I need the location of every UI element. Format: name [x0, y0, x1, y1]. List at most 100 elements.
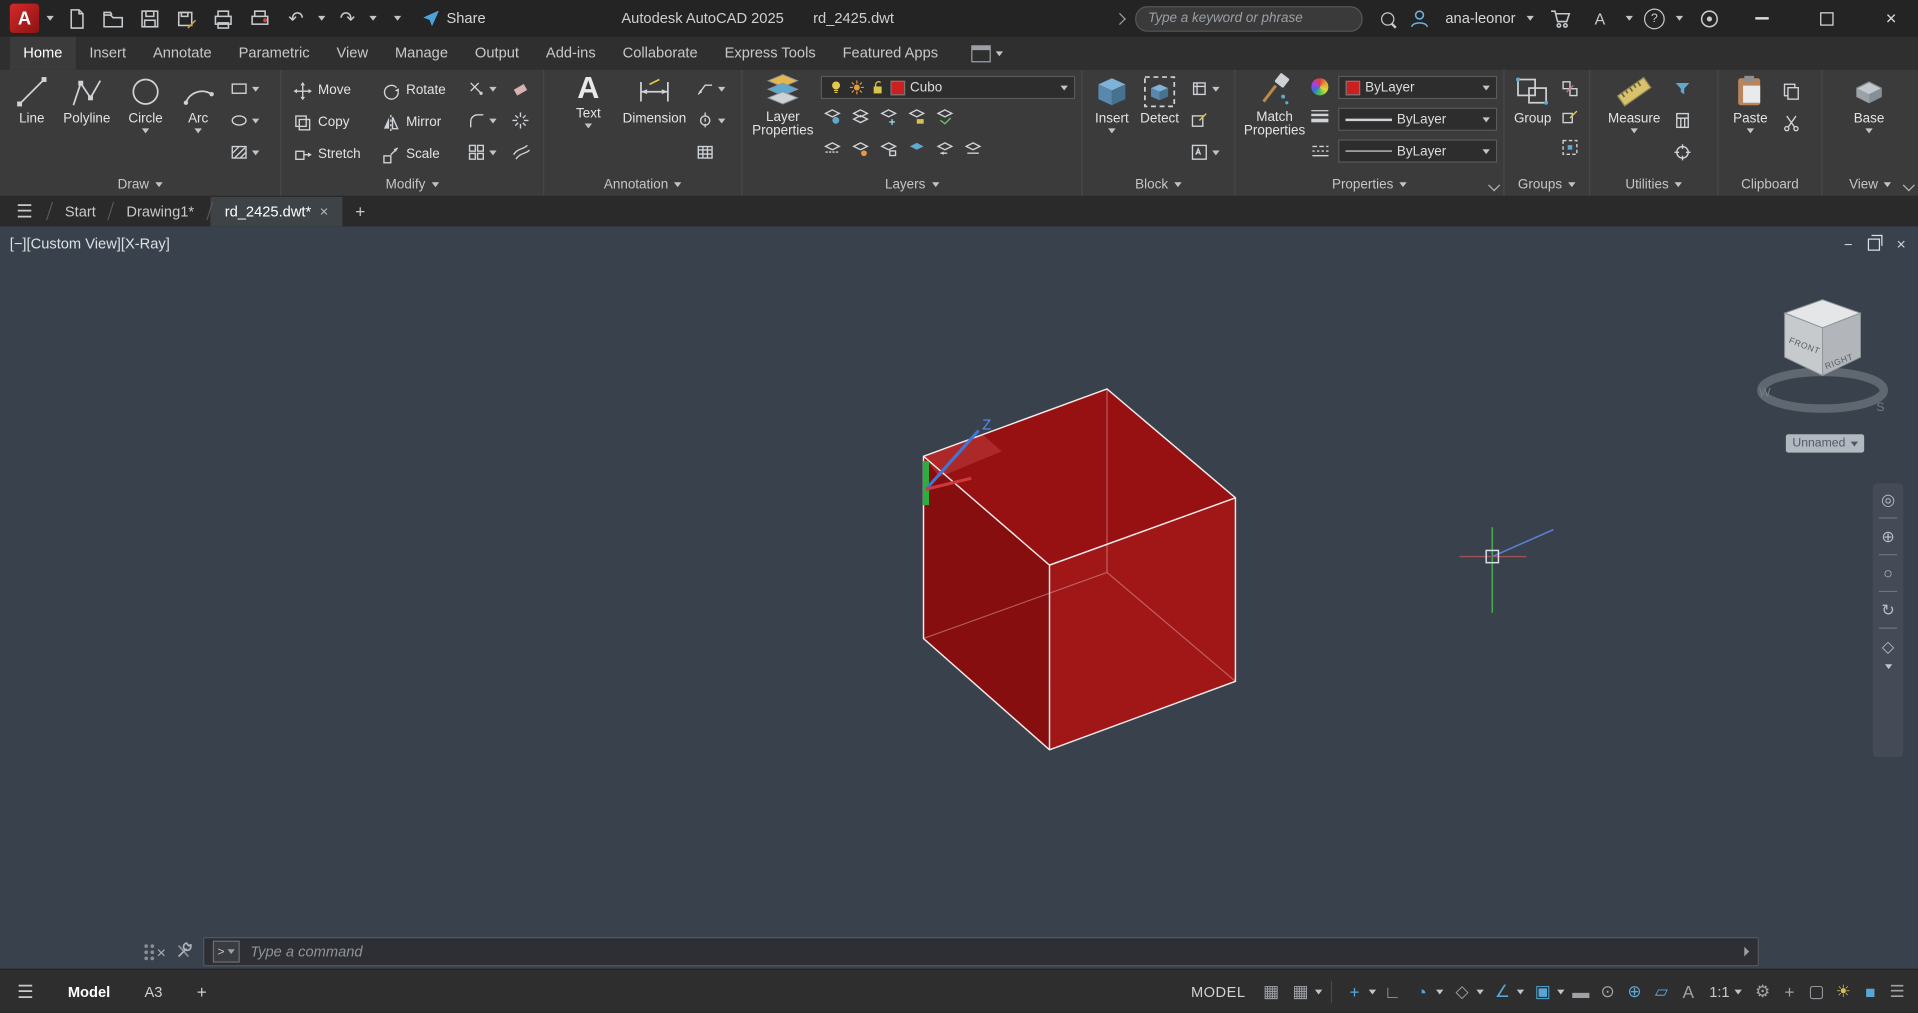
ungroup-button[interactable]	[1561, 80, 1579, 98]
tab-add-ins[interactable]: Add-ins	[532, 37, 609, 70]
hatch-tool-button[interactable]	[230, 143, 259, 161]
a3-layout-tab[interactable]: A3	[130, 973, 177, 1010]
centerline-button[interactable]	[696, 111, 725, 129]
viewcube-unnamed-button[interactable]: Unnamed	[1786, 434, 1864, 452]
mirror-button[interactable]: Mirror	[382, 109, 442, 136]
redo-button[interactable]: ↷	[333, 4, 362, 33]
trim-button[interactable]	[467, 80, 496, 98]
viewport-minimize-icon[interactable]: −	[1844, 235, 1853, 252]
layout-menu-icon[interactable]: ☰	[17, 980, 48, 1002]
layer-lock-button[interactable]	[908, 108, 926, 126]
osnap-caret-icon[interactable]	[1558, 989, 1565, 994]
open-file-button[interactable]	[98, 4, 127, 33]
edit-block-button[interactable]	[1190, 111, 1208, 129]
command-customize-wrench-icon[interactable]	[174, 940, 194, 963]
utilities-panel-label[interactable]: Utilities	[1590, 175, 1717, 195]
viewcube-south-label[interactable]: S	[1876, 400, 1884, 414]
circle-caret-icon[interactable]	[142, 128, 149, 133]
command-input[interactable]	[248, 942, 1736, 962]
minimize-button[interactable]	[1734, 0, 1788, 37]
undo-caret-icon[interactable]	[318, 16, 325, 21]
scale-caret-icon[interactable]	[1734, 989, 1741, 994]
measure-button[interactable]: Measure	[1607, 73, 1661, 133]
autodesk-account-icon[interactable]: A	[1585, 4, 1614, 33]
explode-button[interactable]	[511, 111, 529, 129]
layer-isolate-button[interactable]	[851, 108, 869, 126]
plot-button[interactable]	[208, 4, 237, 33]
layer-properties-button[interactable]: Layer Properties	[747, 72, 818, 138]
customization-menu-button[interactable]: ☰	[1884, 977, 1911, 1006]
cut-clip-button[interactable]	[1782, 114, 1800, 132]
close-tab-icon[interactable]: ×	[320, 202, 329, 219]
tab-parametric[interactable]: Parametric	[225, 37, 323, 70]
tab-insert[interactable]: Insert	[76, 37, 140, 70]
qat-customize-caret-icon[interactable]	[394, 16, 401, 21]
properties-panel-label[interactable]: Properties	[1235, 175, 1503, 195]
polyline-button[interactable]: Polyline	[59, 73, 115, 126]
rectangle-tool-button[interactable]	[230, 80, 259, 98]
object-snap-tracking-button[interactable]: ∠	[1489, 977, 1524, 1006]
layer-unisolate-button[interactable]	[823, 139, 841, 157]
group-edit-button[interactable]	[1561, 109, 1579, 127]
create-block-button[interactable]	[1190, 80, 1219, 98]
paste-button[interactable]: Paste	[1726, 73, 1775, 133]
dimension-button[interactable]: Dimension	[618, 73, 691, 126]
help-caret-icon[interactable]	[1676, 16, 1683, 21]
isodraft-button[interactable]: ◇	[1449, 977, 1484, 1006]
redo-caret-icon[interactable]	[369, 16, 376, 21]
ellipse-tool-button[interactable]	[230, 111, 259, 129]
arc-caret-icon[interactable]	[194, 128, 201, 133]
polar-tracking-button[interactable]: ◔	[1408, 977, 1443, 1006]
polar-caret-icon[interactable]	[1436, 989, 1443, 994]
batch-plot-button[interactable]	[245, 4, 274, 33]
tab-express-tools[interactable]: Express Tools	[711, 37, 829, 70]
file-tab-start[interactable]: Start	[50, 196, 110, 227]
match-properties-button[interactable]: Match Properties	[1240, 72, 1308, 138]
autodesk-caret-icon[interactable]	[1626, 16, 1633, 21]
viewport-controls-label[interactable]: [−][Custom View][X-Ray]	[10, 235, 170, 252]
leader-button[interactable]	[696, 80, 725, 98]
line-button[interactable]: Line	[7, 73, 56, 126]
full-navigation-wheel-icon[interactable]: ◎	[1881, 492, 1895, 508]
zoom-icon[interactable]: ○	[1883, 565, 1893, 581]
lineweight-dropdown[interactable]: ByLayer	[1338, 108, 1497, 131]
lineweight-display-button[interactable]: ▬	[1567, 977, 1594, 1006]
layer-thaw-all-button[interactable]	[851, 139, 869, 157]
tab-collaborate[interactable]: Collaborate	[609, 37, 711, 70]
arc-button[interactable]: Arc	[174, 73, 223, 133]
groups-panel-label[interactable]: Groups	[1505, 175, 1589, 195]
drawing-canvas[interactable]: Z W S FRONT RIGHT	[0, 226, 1918, 970]
search-expand-icon[interactable]	[1113, 12, 1125, 24]
new-layout-button[interactable]: +	[182, 972, 221, 1011]
maximize-button[interactable]	[1799, 0, 1853, 37]
layer-dropdown[interactable]: Cubo	[821, 76, 1075, 99]
pan-icon[interactable]: ⊕	[1881, 528, 1894, 544]
block-attributes-button[interactable]	[1190, 143, 1219, 161]
linetype-dropdown[interactable]: ByLayer	[1338, 139, 1497, 162]
save-button[interactable]	[135, 4, 164, 33]
rotate-button[interactable]: Rotate	[382, 77, 446, 104]
model-space-button[interactable]: MODEL	[1191, 983, 1246, 1000]
measure-caret-icon[interactable]	[1631, 128, 1638, 133]
3d-object-snap-button[interactable]: ⊕	[1621, 977, 1648, 1006]
ribbon-display-toggle[interactable]	[964, 37, 1010, 70]
layer-off-button[interactable]	[823, 108, 841, 126]
app-store-cart-icon[interactable]	[1545, 4, 1574, 33]
draw-panel-label[interactable]: Draw	[0, 175, 280, 195]
layer-on-bulb-icon[interactable]	[828, 80, 844, 96]
infer-caret-icon[interactable]	[1369, 989, 1376, 994]
layer-freeze-button[interactable]	[879, 108, 897, 126]
orbit-icon[interactable]: ↻	[1881, 602, 1894, 618]
layer-color-swatch[interactable]	[890, 80, 905, 95]
modify-panel-label[interactable]: Modify	[281, 175, 543, 195]
copy-button[interactable]: Copy	[294, 109, 350, 136]
layer-dropdown-caret-icon[interactable]	[1061, 85, 1068, 90]
annotation-scale-button[interactable]: 1:1	[1709, 983, 1742, 1000]
units-button[interactable]: ▢	[1803, 977, 1830, 1006]
assistant-icon[interactable]	[1694, 4, 1723, 33]
infer-constraints-button[interactable]: +	[1341, 977, 1376, 1006]
base-caret-icon[interactable]	[1865, 128, 1872, 133]
model-tab[interactable]: Model	[53, 973, 125, 1010]
undo-button[interactable]: ↶	[281, 4, 310, 33]
insert-caret-icon[interactable]	[1108, 128, 1115, 133]
